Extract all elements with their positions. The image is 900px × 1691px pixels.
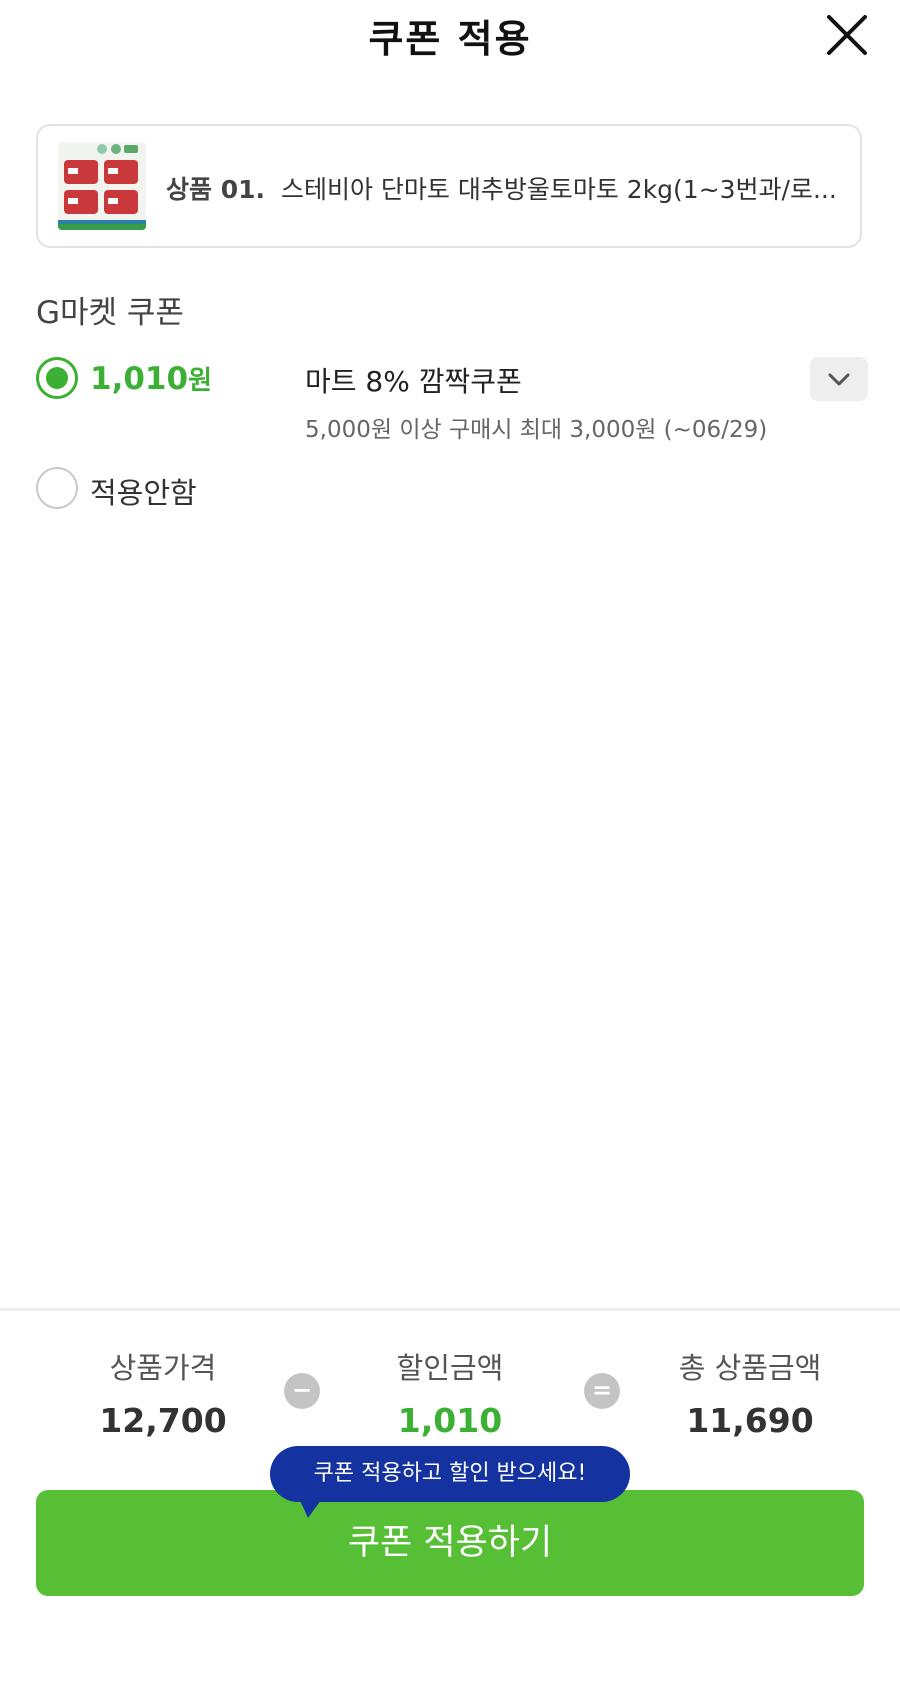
page-title: 쿠폰 적용 [368, 17, 532, 61]
equals-icon: = [584, 1373, 620, 1409]
discount-label: 할인금액 [396, 1351, 504, 1385]
coupon-section-title: G마켓 쿠폰 [36, 295, 184, 331]
close-icon[interactable] [824, 12, 870, 58]
discount-value: 1,010 [397, 1401, 503, 1440]
discount-summary: 할인금액 1,010 [340, 1345, 560, 1440]
coupon-amount-value: 1,010 [90, 361, 189, 397]
product-title: 상품 01. 스테비아 단마토 대추방울토마토 2kg(1~3번과/로... [166, 170, 846, 206]
total-summary: 총 상품금액 11,690 [640, 1345, 860, 1440]
no-coupon-radio[interactable] [36, 467, 78, 509]
coupon-radio-selected[interactable] [36, 357, 78, 399]
no-coupon-label: 적용안함 [90, 476, 197, 510]
product-name: 스테비아 단마토 대추방울토마토 2kg(1~3번과/로... [280, 175, 837, 204]
total-value: 11,690 [686, 1401, 814, 1440]
total-label: 총 상품금액 [678, 1351, 822, 1385]
minus-icon: − [284, 1373, 320, 1409]
apply-coupon-button[interactable]: 쿠폰 적용하기 [36, 1490, 864, 1596]
coupon-amount-unit: 원 [188, 366, 212, 396]
summary-divider [0, 1308, 900, 1311]
tooltip-tail [298, 1496, 324, 1518]
chevron-down-icon [828, 373, 850, 386]
price-label: 상품가격 [109, 1351, 217, 1385]
coupon-dropdown-button[interactable] [810, 357, 868, 401]
product-thumbnail [58, 142, 146, 230]
product-number: 상품 01. [166, 175, 265, 204]
header: 쿠폰 적용 [0, 0, 900, 70]
price-value: 12,700 [99, 1401, 227, 1440]
coupon-name: 마트 8% 깜짝쿠폰 [305, 365, 522, 398]
product-card: 상품 01. 스테비아 단마토 대추방울토마토 2kg(1~3번과/로... [36, 124, 862, 248]
coupon-discount-amount: 1,010원 [90, 360, 212, 397]
price-summary: 상품가격 12,700 [53, 1345, 273, 1440]
coupon-condition: 5,000원 이상 구매시 최대 3,000원 (~06/29) [305, 417, 768, 443]
apply-tooltip: 쿠폰 적용하고 할인 받으세요! [270, 1446, 630, 1502]
